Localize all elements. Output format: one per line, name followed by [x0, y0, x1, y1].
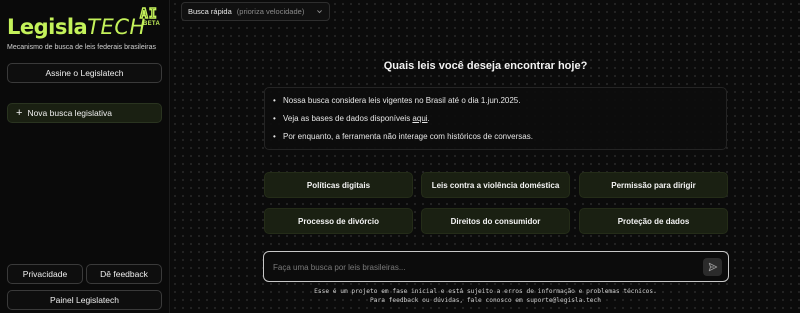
disclaimer-line: Para feedback ou dúvidas, fale conosco e… [370, 297, 601, 304]
logo-ai-badge: AI [139, 7, 158, 22]
info-item: Por enquanto, a ferramenta não interage … [273, 130, 726, 148]
suggestion-chip[interactable]: Políticas digitais [264, 172, 413, 198]
logo[interactable]: Legisla TECH [7, 12, 146, 38]
logo-text-tech: TECH [87, 15, 146, 39]
privacy-label: Privacidade [22, 269, 68, 279]
feedback-label: Dê feedback [100, 269, 148, 279]
send-icon [708, 262, 717, 272]
suggestion-chip[interactable]: Direitos do consumidor [421, 208, 570, 234]
info-item-punct: . [427, 114, 430, 123]
subscribe-button[interactable]: Assine o Legislatech [7, 63, 162, 83]
suggestion-chip[interactable]: Proteção de dados [579, 208, 728, 234]
info-item: Nossa busca considera leis vigentes no B… [273, 94, 726, 112]
suggestion-chip[interactable]: Leis contra a violência doméstica [421, 172, 570, 198]
page-title: Quais leis você deseja encontrar hoje? [383, 60, 588, 72]
plus-icon: + [16, 107, 23, 119]
logo-text-legisla: Legisla [7, 15, 88, 39]
new-search-button[interactable]: + Nova busca legislativa [7, 103, 162, 123]
search-mode-label: Busca rápida [188, 7, 232, 16]
send-button[interactable] [703, 258, 722, 276]
info-box: Nossa busca considera leis vigentes no B… [264, 87, 727, 150]
feedback-button[interactable]: Dê feedback [86, 264, 162, 284]
info-item: Veja as bases de dados disponíveis aqui. [273, 112, 726, 130]
info-item-text: Por enquanto, a ferramenta não interage … [283, 132, 533, 141]
search-box [263, 251, 729, 282]
search-mode-hint: (prioriza velocidade) [236, 7, 305, 16]
panel-button[interactable]: Painel Legislatech [7, 290, 162, 310]
subscribe-label: Assine o Legislatech [45, 68, 124, 78]
beta-badge: BETA [143, 21, 161, 27]
suggestion-chip[interactable]: Permissão para dirigir [579, 172, 728, 198]
privacy-button[interactable]: Privacidade [7, 264, 83, 284]
suggestion-chip[interactable]: Processo de divórcio [264, 208, 413, 234]
info-item-text: Nossa busca considera leis vigentes no B… [283, 96, 521, 105]
main-area: Busca rápida (prioriza velocidade) Quais… [171, 0, 800, 313]
new-search-label: Nova busca legislativa [27, 108, 113, 118]
panel-label: Painel Legislatech [50, 295, 119, 305]
chevron-down-icon [317, 10, 322, 14]
disclaimer-line: Esse é um projeto em fase inicial e está… [314, 288, 657, 295]
sidebar: Legisla TECH AI BETA Mecanismo de busca d… [0, 0, 170, 313]
search-input[interactable] [273, 260, 693, 274]
search-mode-select[interactable]: Busca rápida (prioriza velocidade) [181, 2, 330, 21]
databases-link[interactable]: aqui [412, 114, 427, 123]
tagline: Mecanismo de busca de leis federais bras… [7, 44, 157, 51]
info-item-text: Veja as bases de dados disponíveis [283, 114, 413, 123]
